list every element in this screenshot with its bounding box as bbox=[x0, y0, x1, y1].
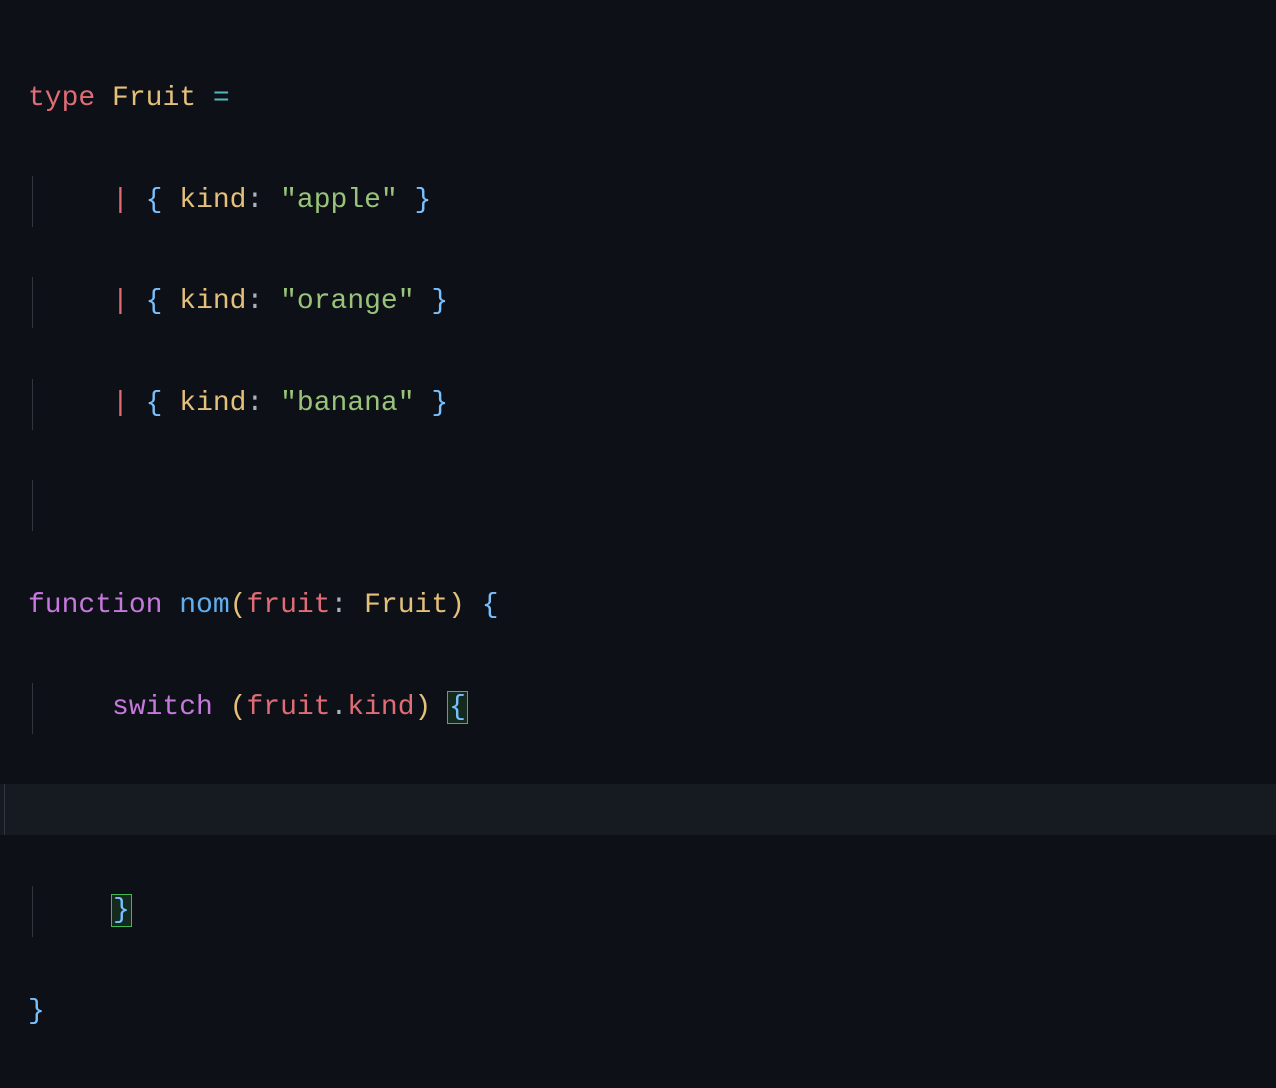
union-pipe: | bbox=[112, 388, 129, 419]
indent-guide bbox=[32, 176, 33, 227]
variable-ref: fruit bbox=[246, 692, 330, 723]
parameter-type: Fruit bbox=[364, 590, 448, 621]
property-name: kind bbox=[179, 286, 246, 317]
indent-guide bbox=[4, 784, 5, 835]
keyword-function: function bbox=[28, 590, 162, 621]
code-line[interactable]: function nom(fruit: Fruit) { bbox=[28, 581, 1276, 632]
code-line[interactable]: } bbox=[28, 886, 1276, 937]
colon: : bbox=[330, 590, 347, 621]
parameter-name: fruit bbox=[246, 590, 330, 621]
union-pipe: | bbox=[112, 185, 129, 216]
property-name: kind bbox=[179, 388, 246, 419]
close-brace: } bbox=[415, 185, 432, 216]
colon: : bbox=[246, 286, 263, 317]
string-literal: "orange" bbox=[280, 286, 414, 317]
property-name: kind bbox=[179, 185, 246, 216]
indent-guide bbox=[32, 480, 33, 531]
union-pipe: | bbox=[112, 286, 129, 317]
colon: : bbox=[246, 185, 263, 216]
code-line[interactable]: | { kind: "apple" } bbox=[28, 176, 1276, 227]
code-line[interactable]: type Fruit = bbox=[28, 74, 1276, 125]
code-line[interactable]: switch (fruit.kind) { bbox=[28, 683, 1276, 734]
close-paren: ) bbox=[415, 692, 432, 723]
dot-operator: . bbox=[330, 692, 347, 723]
indent-guide bbox=[32, 886, 33, 937]
open-brace-matched: { bbox=[447, 691, 468, 724]
function-name: nom bbox=[179, 590, 229, 621]
close-brace: } bbox=[431, 286, 448, 317]
equals-operator: = bbox=[213, 83, 230, 114]
string-literal: "banana" bbox=[280, 388, 414, 419]
keyword-type: type bbox=[28, 83, 95, 114]
open-brace: { bbox=[146, 185, 163, 216]
open-brace: { bbox=[146, 286, 163, 317]
code-line[interactable]: | { kind: "banana" } bbox=[28, 379, 1276, 430]
indent-guide bbox=[32, 277, 33, 328]
open-paren: ( bbox=[230, 692, 247, 723]
indent-guide bbox=[32, 379, 33, 430]
code-editor[interactable]: type Fruit = | { kind: "apple" } | { kin… bbox=[28, 24, 1276, 1088]
code-line[interactable]: } bbox=[28, 987, 1276, 1038]
keyword-switch: switch bbox=[112, 692, 213, 723]
close-paren: ) bbox=[448, 590, 465, 621]
code-line-active[interactable] bbox=[0, 784, 1276, 835]
close-brace: } bbox=[431, 388, 448, 419]
member-access: kind bbox=[347, 692, 414, 723]
string-literal: "apple" bbox=[280, 185, 398, 216]
code-line[interactable] bbox=[28, 480, 1276, 531]
code-line[interactable]: | { kind: "orange" } bbox=[28, 277, 1276, 328]
colon: : bbox=[246, 388, 263, 419]
indent-guide bbox=[32, 683, 33, 734]
open-brace: { bbox=[146, 388, 163, 419]
open-paren: ( bbox=[230, 590, 247, 621]
close-brace-matched: } bbox=[111, 894, 132, 927]
open-brace: { bbox=[482, 590, 499, 621]
type-identifier: Fruit bbox=[112, 83, 196, 114]
close-brace: } bbox=[28, 996, 45, 1027]
